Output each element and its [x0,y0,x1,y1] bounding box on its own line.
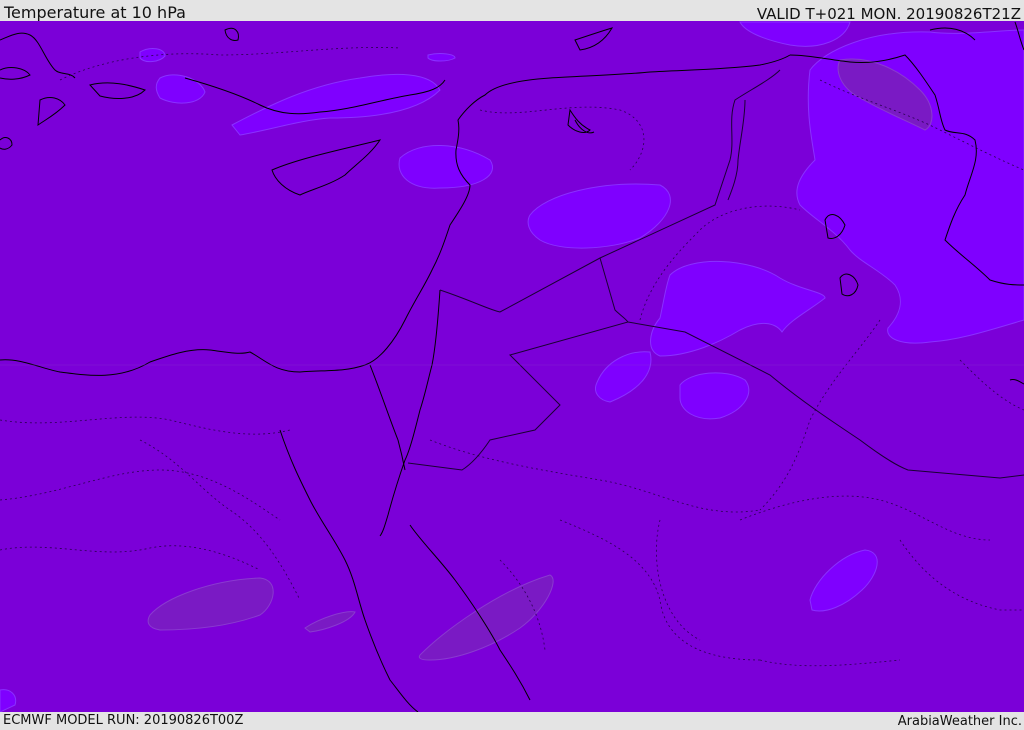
map-canvas [0,21,1024,712]
credit: ArabiaWeather Inc. [897,714,1022,729]
model-run: ECMWF MODEL RUN: 20190826T00Z [3,713,244,728]
map-title: Temperature at 10 hPa [4,3,186,22]
map-footer: ECMWF MODEL RUN: 20190826T00Z ArabiaWeat… [0,712,1024,729]
map-header: Temperature at 10 hPa VALID T+021 MON. 2… [0,0,1024,23]
weather-map [0,21,1024,712]
